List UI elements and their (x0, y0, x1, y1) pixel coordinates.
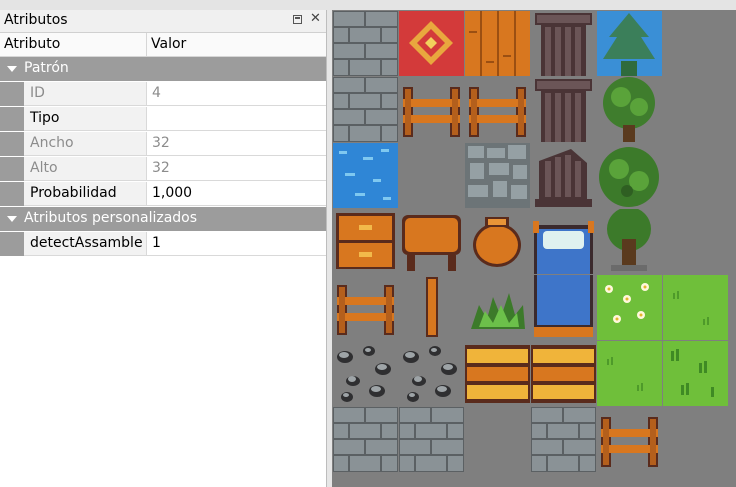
tile-stone-wall[interactable] (399, 407, 464, 472)
tile-wood-bench[interactable] (465, 341, 530, 406)
property-row-tipo[interactable]: Tipo (0, 107, 326, 131)
property-name: detectAssamble (30, 235, 143, 251)
tile-stone-pillar[interactable] (531, 11, 596, 76)
property-value[interactable]: 32 (152, 135, 170, 151)
tile-grass[interactable] (597, 341, 662, 406)
tile-wood-fence[interactable] (399, 77, 464, 142)
tileset-canvas[interactable] (332, 10, 736, 487)
tile-grass[interactable] (663, 275, 728, 340)
tile-wood-post[interactable] (399, 275, 464, 340)
tile-wood-chest[interactable] (333, 209, 398, 274)
tile-grass-tufts[interactable] (663, 341, 728, 406)
column-header-name[interactable]: Atributo (4, 36, 60, 52)
group-pattern[interactable]: Patrón (0, 57, 326, 81)
tile-tree-canopy-top[interactable] (597, 11, 662, 76)
attributes-panel: Atributos ✕ Atributo Valor Patrón ID 4 T… (0, 10, 327, 487)
property-row-id[interactable]: ID 4 (0, 82, 326, 106)
tile-tree-canopy[interactable] (597, 77, 662, 142)
tile-rocks[interactable] (399, 341, 464, 406)
tile-stone-wall[interactable] (333, 11, 398, 76)
collapse-triangle-icon[interactable] (7, 66, 17, 72)
property-name: Alto (30, 160, 58, 176)
column-header: Atributo Valor (0, 33, 326, 57)
tile-tree-trunk[interactable] (597, 209, 662, 274)
tile-bed-bottom[interactable] (531, 275, 596, 340)
float-panel-icon[interactable] (293, 15, 302, 24)
column-divider[interactable] (146, 33, 147, 56)
tile-stone-pillar[interactable] (531, 77, 596, 142)
property-row-probabilidad[interactable]: Probabilidad 1,000 (0, 182, 326, 206)
tile-wood-fence[interactable] (597, 407, 662, 472)
property-value[interactable]: 4 (152, 85, 161, 101)
tile-stone-wall[interactable] (333, 77, 398, 142)
tile-broken-pillar[interactable] (531, 143, 596, 208)
tile-bush-tree[interactable] (597, 143, 662, 208)
property-name: Tipo (30, 110, 60, 126)
close-icon[interactable]: ✕ (310, 11, 321, 26)
property-row-ancho[interactable]: Ancho 32 (0, 132, 326, 156)
property-row-alto[interactable]: Alto 32 (0, 157, 326, 181)
property-value[interactable]: 32 (152, 160, 170, 176)
tile-wood-fence[interactable] (465, 77, 530, 142)
property-row-detectassamble[interactable]: detectAssamble 1 (0, 232, 326, 256)
tile-bed-top[interactable] (531, 209, 596, 274)
column-header-value[interactable]: Valor (151, 36, 186, 52)
property-name: ID (30, 85, 45, 101)
tile-water[interactable] (333, 143, 398, 208)
group-label: Patrón (24, 60, 69, 76)
tile-stone-wall[interactable] (531, 407, 596, 472)
tile-wood-planks[interactable] (465, 11, 530, 76)
property-name: Probabilidad (30, 185, 117, 201)
group-label: Atributos personalizados (24, 210, 198, 226)
tile-wood-fence[interactable] (333, 275, 398, 340)
tile-wood-table[interactable] (399, 209, 464, 274)
tile-red-carpet[interactable] (399, 11, 464, 76)
tile-flower-grass[interactable] (597, 275, 662, 340)
tile-rocks[interactable] (333, 341, 398, 406)
tile-stone-wall[interactable] (333, 407, 398, 472)
tile-wood-bench[interactable] (531, 341, 596, 406)
panel-title: Atributos (4, 12, 68, 28)
collapse-triangle-icon[interactable] (7, 216, 17, 222)
tile-cobblestone[interactable] (465, 143, 530, 208)
tile-clay-pot[interactable] (465, 209, 530, 274)
property-value[interactable]: 1,000 (152, 185, 192, 201)
property-name: Ancho (30, 135, 74, 151)
panel-title-bar: Atributos ✕ (0, 10, 326, 33)
property-value[interactable]: 1 (152, 235, 161, 251)
group-custom-attributes[interactable]: Atributos personalizados (0, 207, 326, 231)
tile-green-bush[interactable] (465, 275, 530, 340)
